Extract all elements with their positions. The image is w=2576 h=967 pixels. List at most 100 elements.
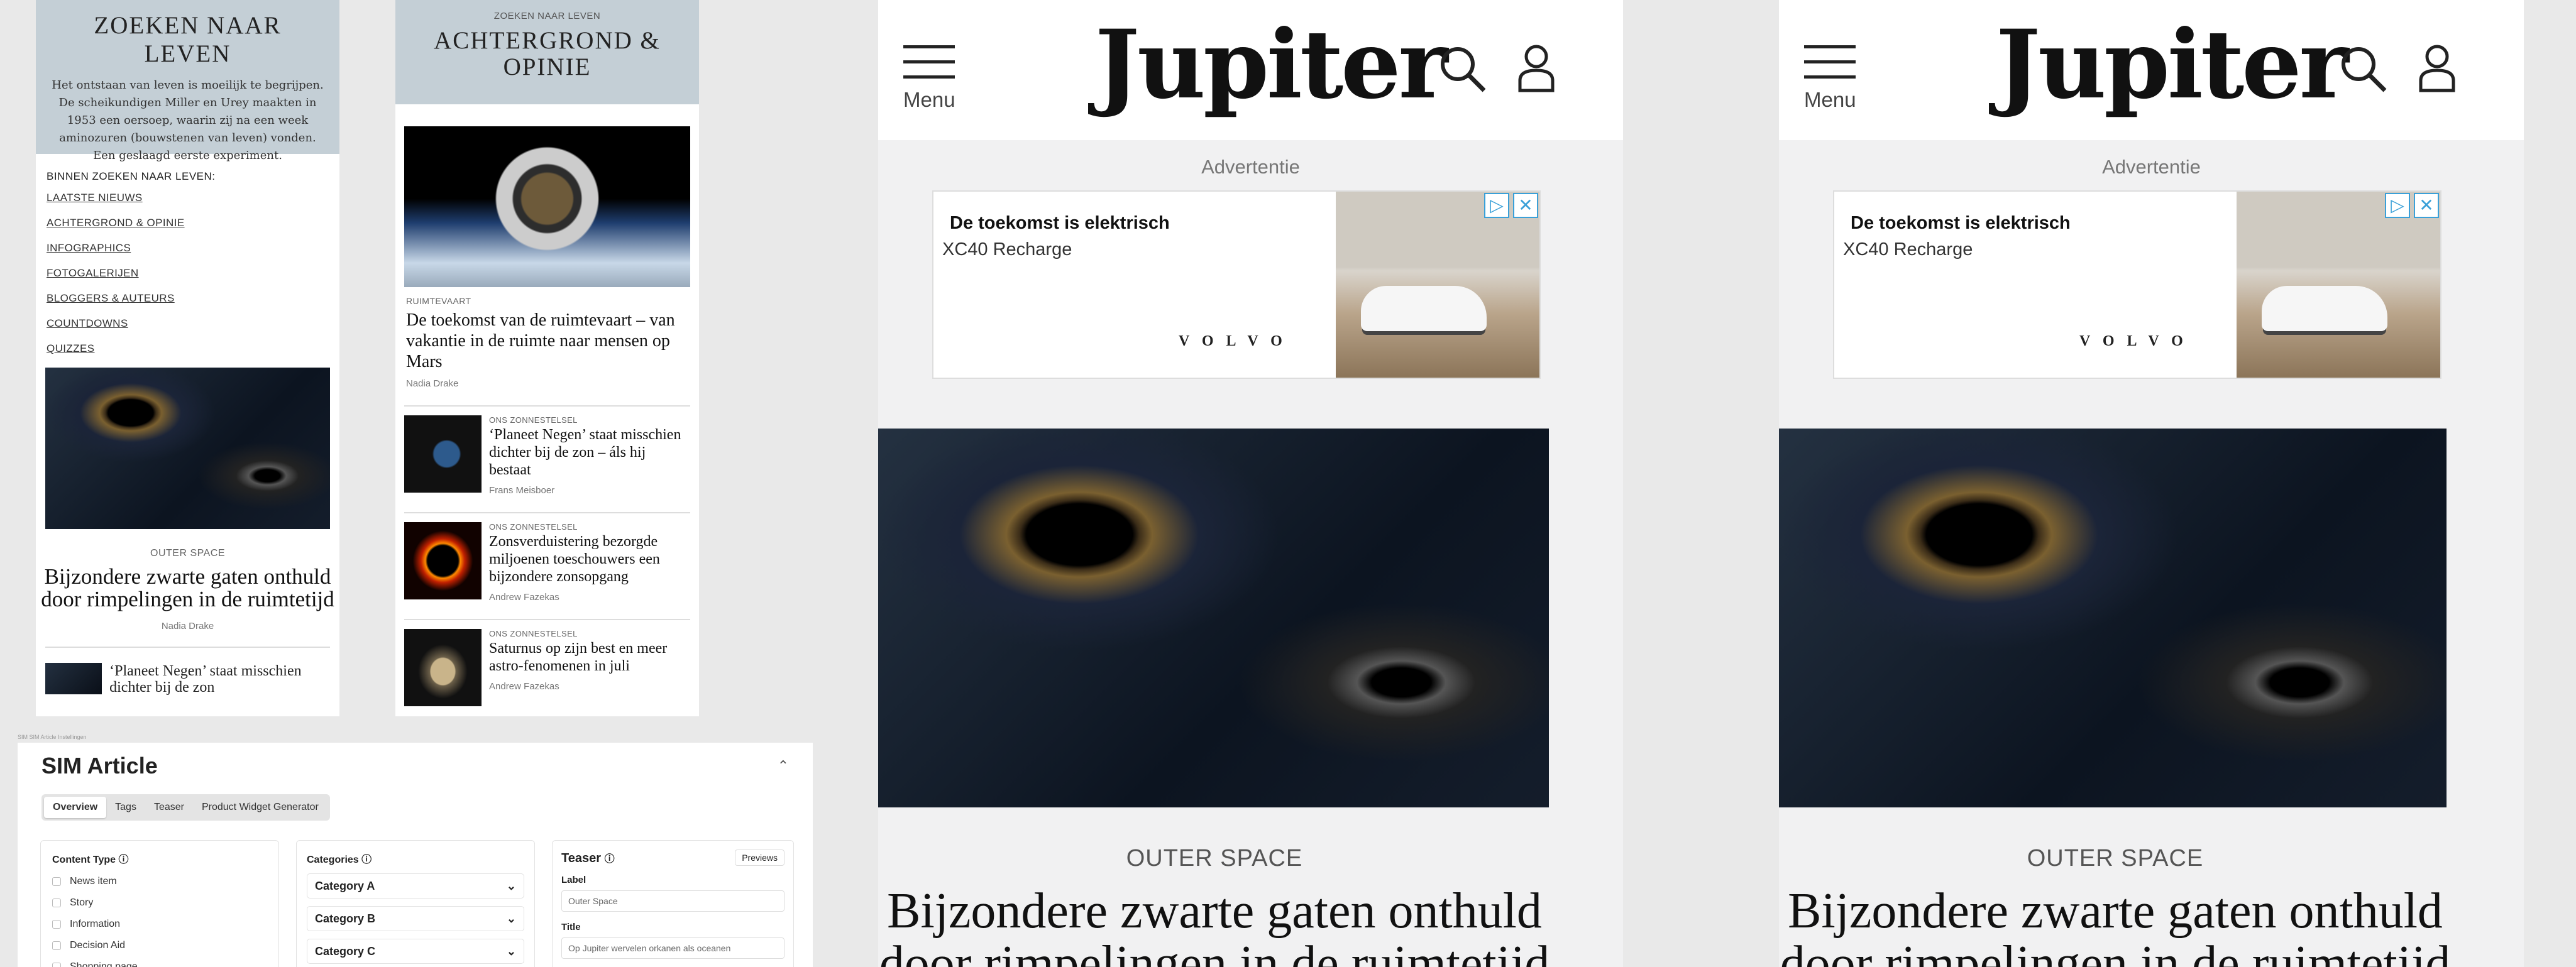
option-information[interactable]: Information xyxy=(52,919,267,930)
featured-kicker: OUTER SPACE xyxy=(150,548,225,559)
option-label: News item xyxy=(70,876,117,887)
section-title: ZOEKEN NAAR LEVEN xyxy=(94,12,282,67)
ad-car-image xyxy=(2262,286,2387,331)
tab-product-widget[interactable]: Product Widget Generator xyxy=(193,797,328,818)
ad-close-icon[interactable]: ✕ xyxy=(1513,193,1538,218)
ad-title: De toekomst is elektrisch xyxy=(1851,213,2071,233)
ad-brand: VOLVO xyxy=(1179,333,1295,349)
site-header: Menu Jupiter xyxy=(878,0,1623,140)
list-item[interactable]: ONS ZONNESTELSEL Zonsverduistering bezor… xyxy=(404,512,690,603)
categories-label: Categories xyxy=(307,855,359,865)
hamburger-menu-icon[interactable] xyxy=(1804,45,1856,90)
site-header: Menu Jupiter xyxy=(1779,0,2524,140)
previews-button[interactable]: Previews xyxy=(735,850,784,866)
section-kicker: ZOEKEN NAAR LEVEN xyxy=(493,11,601,21)
checkbox[interactable] xyxy=(52,963,61,967)
ad-banner[interactable]: De toekomst is elektrisch XC40 Recharge … xyxy=(932,190,1541,379)
user-account-icon[interactable] xyxy=(2417,43,2457,93)
nav-link-quizzes[interactable]: QUIZZES xyxy=(47,342,329,355)
nav-link-infographics[interactable]: INFOGRAPHICS xyxy=(47,242,329,254)
section-title: ACHTERGROND & OPINIE xyxy=(434,27,661,80)
hero-title[interactable]: De toekomst van de ruimtevaart – van vak… xyxy=(406,310,688,372)
ad-subtitle: XC40 Recharge xyxy=(1843,239,1973,260)
ad-choices-icon[interactable]: ▷ xyxy=(2385,193,2410,218)
menu-label[interactable]: Menu xyxy=(1804,88,1856,112)
article-title: Bijzondere zwarte gaten onthuld door rim… xyxy=(879,883,1550,967)
section-header: ZOEKEN NAAR LEVEN Het ontstaan van leven… xyxy=(36,0,339,162)
category-c-dropdown[interactable]: Category C ⌄ xyxy=(307,939,524,964)
menu-label[interactable]: Menu xyxy=(903,88,955,112)
search-icon[interactable] xyxy=(1438,44,1488,94)
field-title-label: Title xyxy=(561,922,581,932)
tab-overview[interactable]: Overview xyxy=(44,797,107,818)
category-label: Category C xyxy=(315,944,376,958)
featured-title[interactable]: Bijzondere zwarte gaten onthuld door rim… xyxy=(41,565,334,611)
ad-image xyxy=(1336,192,1539,378)
user-account-icon[interactable] xyxy=(1516,43,1556,93)
sim-editor-panel: SIM Article ⌃ Overview Tags Teaser Produ… xyxy=(18,743,813,967)
mobile-article-view-a: Menu Jupiter Advertentie De toekomst is … xyxy=(878,0,1623,967)
divider xyxy=(45,647,330,648)
nav-link-laatste-nieuws[interactable]: LAATSTE NIEUWS xyxy=(47,192,329,204)
category-label: Category A xyxy=(315,879,375,892)
option-story[interactable]: Story xyxy=(52,897,267,909)
option-shopping-page[interactable]: Shopping page xyxy=(52,961,267,967)
tab-teaser[interactable]: Teaser xyxy=(145,797,193,818)
option-label: Shopping page xyxy=(70,961,138,967)
article-kicker: OUTER SPACE xyxy=(1126,845,1303,871)
option-label: Story xyxy=(70,897,94,908)
title-input[interactable]: Op Jupiter wervelen orkanen als oceanen xyxy=(561,937,784,959)
ad-subtitle: XC40 Recharge xyxy=(942,239,1072,260)
nav-link-countdowns[interactable]: COUNTDOWNS xyxy=(47,317,329,330)
label-input[interactable]: Outer Space xyxy=(561,890,784,912)
article-hero-image xyxy=(878,429,1549,807)
list-item[interactable]: ‘Planeet Negen’ staat misschien dichter … xyxy=(45,663,330,696)
section-page-zoeken-naar-leven: ZOEKEN NAAR LEVEN Het ontstaan van leven… xyxy=(36,0,339,716)
item-title: Saturnus op zijn best en meer astro-feno… xyxy=(489,640,668,674)
nav-link-bloggers[interactable]: BLOGGERS & AUTEURS xyxy=(47,292,329,305)
sim-breadcrumb: SIM SIM Article Instellingen xyxy=(18,734,87,740)
list-item[interactable]: ONS ZONNESTELSEL Saturnus op zijn best e… xyxy=(404,619,690,706)
checkbox[interactable] xyxy=(52,899,61,907)
ad-image xyxy=(2237,192,2440,378)
list-item-title: ‘Planeet Negen’ staat misschien dichter … xyxy=(109,663,302,696)
option-label: Decision Aid xyxy=(70,940,126,951)
info-icon: ⓘ xyxy=(361,855,372,865)
hamburger-menu-icon[interactable] xyxy=(903,45,955,90)
tab-tags[interactable]: Tags xyxy=(106,797,145,818)
categories-card: Categories ⓘ Category A ⌄ Category B ⌄ Cat… xyxy=(296,840,535,967)
article-title: Bijzondere zwarte gaten onthuld door rim… xyxy=(1780,883,2451,967)
featured-image-black-holes[interactable] xyxy=(45,368,330,529)
item-author: Andrew Fazekas xyxy=(489,592,559,603)
checkbox[interactable] xyxy=(52,920,61,929)
section-intro: Het ontstaan van leven is moeilijk te be… xyxy=(52,79,324,162)
jupiter-logo[interactable]: Jupiter xyxy=(1095,11,1448,118)
option-label: Information xyxy=(70,919,121,929)
content-type-card: Content Type ⓘ News item Story Informati… xyxy=(40,840,279,967)
ad-banner[interactable]: De toekomst is elektrisch XC40 Recharge … xyxy=(1833,190,2441,379)
collapse-chevron-icon[interactable]: ⌃ xyxy=(778,758,789,774)
category-b-dropdown[interactable]: Category B ⌄ xyxy=(307,906,524,931)
article-kicker: OUTER SPACE xyxy=(2027,845,2204,871)
category-a-dropdown[interactable]: Category A ⌄ xyxy=(307,873,524,899)
option-decision-aid[interactable]: Decision Aid xyxy=(52,940,267,951)
article-hero-image xyxy=(1779,429,2447,807)
jupiter-logo[interactable]: Jupiter xyxy=(1996,11,2349,118)
teaser-card: Teaser ⓘ Previews Label Outer Space Titl… xyxy=(552,840,794,967)
item-kicker: ONS ZONNESTELSEL xyxy=(489,629,578,638)
item-author: Andrew Fazekas xyxy=(489,681,559,692)
field-label-label: Label xyxy=(561,875,586,885)
chevron-down-icon: ⌄ xyxy=(506,944,516,958)
nav-link-fotogalerijen[interactable]: FOTOGALERIJEN xyxy=(47,267,329,280)
option-news-item[interactable]: News item xyxy=(52,876,267,887)
item-title: ‘Planeet Negen’ staat misschien dichter … xyxy=(489,427,681,478)
nav-link-achtergrond[interactable]: ACHTERGROND & OPINIE xyxy=(47,217,329,229)
thumbnail-saturn xyxy=(404,629,482,706)
search-icon[interactable] xyxy=(2338,44,2389,94)
checkbox[interactable] xyxy=(52,941,61,950)
checkbox[interactable] xyxy=(52,877,61,886)
list-item[interactable]: ONS ZONNESTELSEL ‘Planeet Negen’ staat m… xyxy=(404,405,690,496)
hero-image-astronaut[interactable] xyxy=(404,126,690,287)
ad-choices-icon[interactable]: ▷ xyxy=(1484,193,1509,218)
ad-close-icon[interactable]: ✕ xyxy=(2414,193,2439,218)
